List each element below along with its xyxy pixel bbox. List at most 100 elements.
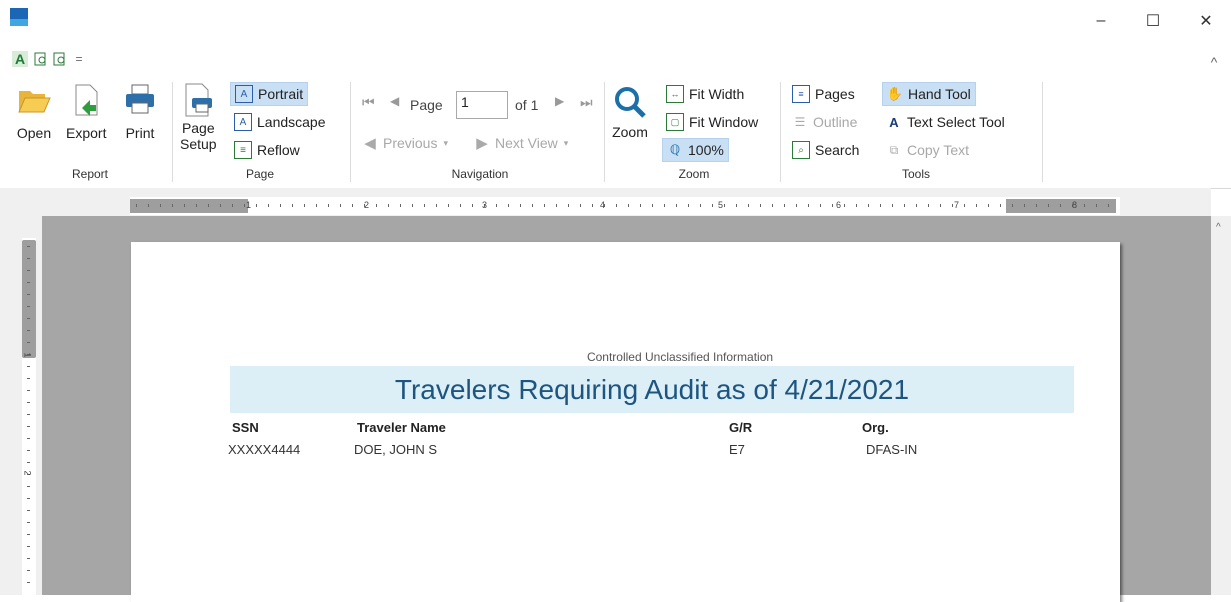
fit-window-button[interactable]: ▢ Fit Window [662,110,762,134]
column-header-ssn: SSN [232,420,259,435]
ruler-tick [1012,204,1013,207]
previous-view-dropdown-icon: ▾ [443,137,448,148]
fit-window-icon: ▢ [666,113,684,131]
ruler-tick [220,204,221,207]
zoom-button[interactable]: Zoom [612,84,648,140]
ruler-tick [27,522,30,523]
ruler-tick [27,582,30,583]
vertical-scrollbar[interactable]: ^ [1211,216,1231,595]
text-select-quick-icon[interactable]: A [12,51,28,67]
ruler-tick [388,204,389,207]
page-label: Page [410,97,443,113]
magnifier-icon [615,87,646,118]
ruler-tick [664,204,665,207]
minimize-button[interactable]: ‒ [1078,0,1124,42]
ruler-tick [316,204,317,207]
ruler-tick [27,270,30,271]
ruler-tick [520,204,521,207]
ruler-tick [640,204,641,207]
ruler-tick [27,510,30,511]
ruler-tick [27,390,30,391]
ruler-label: 4 [600,200,606,210]
maximize-button[interactable]: ☐ [1130,0,1176,42]
ruler-tick [952,204,953,207]
page-group-label: Page [245,167,275,181]
customize-qat-icon[interactable]: = [71,51,87,67]
ruler-tick [700,204,701,207]
ruler-tick [136,204,137,207]
fit-window-label: Fit Window [689,114,759,130]
text-select-tool-button[interactable]: A Text Select Tool [882,110,1009,134]
ruler-tick [328,204,329,207]
landscape-button[interactable]: A Landscape [230,110,330,134]
ruler-tick [256,204,257,207]
previous-page-icon[interactable]: ◀ [390,94,399,108]
previous-view-button[interactable]: ◀ Previous ▾ [358,131,452,155]
next-page-icon[interactable]: ▶ [555,94,564,108]
last-page-icon[interactable]: ⏭ [580,94,593,111]
ruler-tick [27,282,30,283]
page-setup-button[interactable]: Page Setup [180,82,217,152]
page-setup-icon [185,83,213,117]
ruler-tick [400,204,401,207]
fit-width-button[interactable]: ↔ Fit Width [662,82,748,106]
portrait-label: Portrait [258,86,304,102]
ruler-tick [832,204,833,207]
export-button[interactable]: Export [66,82,106,141]
outline-button[interactable]: ☰ Outline [788,110,861,134]
open-folder-icon [18,91,51,113]
ruler-tick [27,450,30,451]
ruler-tick [160,204,161,207]
ruler-tick [544,204,545,207]
first-page-icon[interactable]: ⏮ [362,94,375,111]
ruler-tick [27,306,30,307]
ruler-tick [784,204,785,207]
column-header-gr: G/R [729,420,753,435]
ruler-tick [760,204,761,207]
next-view-button[interactable]: ▶ Next View ▾ [470,131,572,155]
ruler-tick [472,204,473,207]
open-button[interactable]: Open [16,82,52,141]
ruler-tick [688,204,689,207]
quick-access-toolbar: A = ^ [0,44,1231,74]
search-button[interactable]: ⌕ Search [788,138,863,162]
close-button[interactable]: ✕ [1183,0,1229,42]
copy-text-button[interactable]: ⧉ Copy Text [882,138,973,162]
pages-button[interactable]: ≡ Pages [788,82,859,106]
ruler-tick [27,486,30,487]
zoom-width-quick-icon[interactable] [52,51,68,67]
zoom-page-quick-icon[interactable] [33,51,49,67]
print-label: Print [125,125,155,141]
page-setup-label-2: Setup [180,136,217,152]
ruler-tick [376,204,377,207]
text-select-icon: A [889,114,899,130]
cui-marking: Controlled Unclassified Information [586,350,774,364]
ruler-tick [27,402,30,403]
ruler-tick [844,204,845,207]
ruler-tick [532,204,533,207]
ruler-tick [904,204,905,207]
ruler-tick [1108,204,1109,207]
open-label: Open [16,125,52,141]
collapse-ribbon-icon[interactable]: ^ [1206,54,1222,70]
zoom-100-button[interactable]: ℚ 100% [662,138,729,162]
separator [780,82,781,182]
ruler-tick [508,204,509,207]
page-number-input[interactable]: 1 [456,91,508,119]
ruler-tick [652,204,653,207]
scroll-up-icon[interactable]: ^ [1216,222,1221,233]
ruler-tick [892,204,893,207]
print-button[interactable]: Print [122,82,158,141]
portrait-button[interactable]: A Portrait [230,82,309,106]
ruler-tick [27,318,30,319]
ruler-tick [460,204,461,207]
navigation-group-label: Navigation [451,167,509,181]
app-icon [10,8,28,26]
ruler-tick [868,204,869,207]
ruler-tick [172,204,173,207]
cell-traveler-name: DOE, JOHN S [354,442,438,457]
ruler-tick [676,204,677,207]
reflow-button[interactable]: ≡ Reflow [230,138,304,162]
ruler-tick [748,204,749,207]
hand-tool-button[interactable]: ✋ Hand Tool [882,82,976,106]
